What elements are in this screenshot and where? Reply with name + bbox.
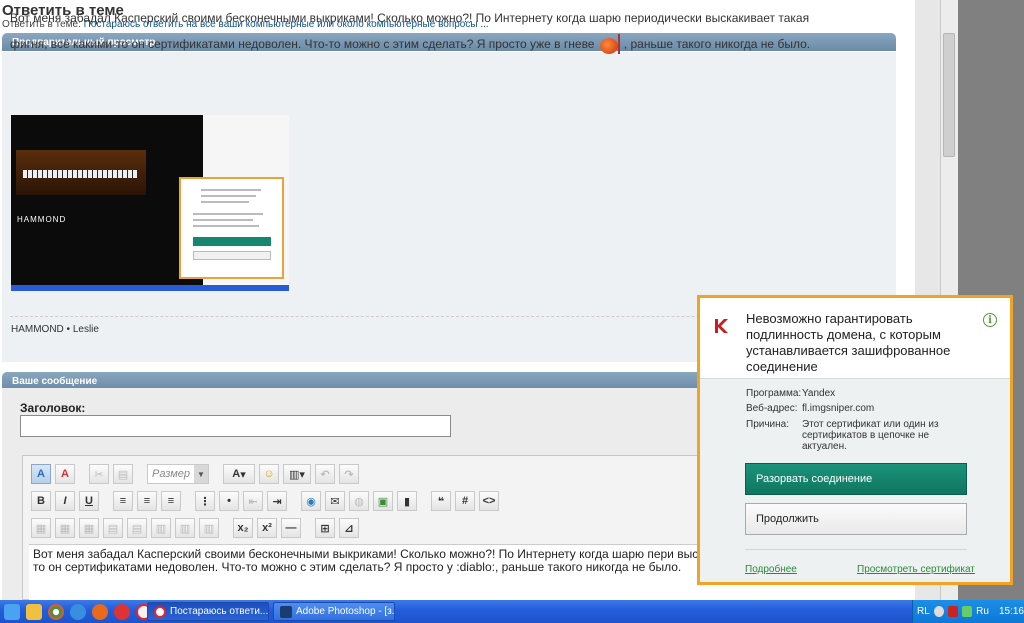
kaspersky-tray-icon[interactable] [947, 606, 959, 617]
system-tray: RL Ru 15:16 [912, 600, 1024, 623]
image-icon[interactable]: ▣ [373, 491, 393, 511]
info-icon[interactable]: i [983, 313, 997, 327]
opera-icon[interactable] [114, 603, 130, 620]
remove-format-button[interactable]: A [55, 464, 75, 484]
horizontal-rule-icon[interactable]: ― [281, 518, 301, 538]
italic-button[interactable]: I [55, 491, 75, 511]
bold-button[interactable]: B [31, 491, 51, 511]
insert-col-icon[interactable]: ▥ [151, 518, 171, 538]
embedded-mini-dialog [179, 177, 284, 279]
redo-icon[interactable]: ↷ [339, 464, 359, 484]
code-button[interactable]: # [455, 491, 475, 511]
diablo-smiley-icon [598, 33, 624, 56]
toolbar-row-2: B I U ≡ ≡ ≡ ⋮ • ⇤ ⇥ ◉ ✉ ◍ ▣ ▮ ❝ # <> [31, 491, 499, 511]
more-info-link[interactable]: Подробнее [745, 564, 797, 575]
indent-icon[interactable]: ⇥ [267, 491, 287, 511]
table-props-icon[interactable]: ▦ [55, 518, 75, 538]
expand-icon[interactable]: ⊞ [315, 518, 335, 538]
insert-row-icon[interactable]: ▤ [103, 518, 123, 538]
language-indicator[interactable]: RL [917, 606, 930, 617]
cell-props-icon[interactable]: ▦ [79, 518, 99, 538]
desktop-icon[interactable] [4, 603, 20, 620]
delete-row-icon[interactable]: ▤ [127, 518, 147, 538]
link-icon[interactable]: ◉ [301, 491, 321, 511]
embedded-screenshot-image[interactable]: HAMMOND [11, 115, 289, 291]
photoshop-icon [280, 605, 292, 618]
kaspersky-divider [745, 549, 967, 550]
preview-line-2: фигня, всё какими-то он сертификатами не… [10, 37, 595, 51]
reason-row: Причина: Этот сертификат или один из сер… [746, 419, 939, 452]
windows-taskbar: Постараюсь ответи... Adobe Photoshop - [… [0, 600, 1024, 623]
delete-col-icon[interactable]: ▥ [175, 518, 195, 538]
undo-icon[interactable]: ↶ [315, 464, 335, 484]
unlink-icon[interactable]: ◍ [349, 491, 369, 511]
kaspersky-heading: Невозможно гарантировать подлинность дом… [746, 311, 951, 374]
align-center-icon[interactable]: ≡ [137, 491, 157, 511]
font-color-button[interactable]: A [31, 464, 51, 484]
video-icon[interactable]: ▮ [397, 491, 417, 511]
cut-icon[interactable]: ✂ [89, 464, 109, 484]
preview-line-2-end: , раньше такого никогда не было. [623, 37, 811, 51]
table-icon[interactable]: ▦ [31, 518, 51, 538]
html-button[interactable]: <> [479, 491, 499, 511]
preview-text: Вот меня забадал Касперский своими беско… [10, 5, 880, 57]
font-button[interactable]: A ▾ [223, 464, 255, 484]
numbered-list-icon[interactable]: ⋮ [195, 491, 215, 511]
firefox-icon[interactable] [92, 603, 108, 620]
tray-arrow-icon[interactable] [933, 606, 944, 617]
paste-icon[interactable]: ▤ [113, 464, 133, 484]
continue-button[interactable]: Продолжить [745, 503, 967, 535]
title-input[interactable] [20, 415, 451, 437]
email-icon[interactable]: ✉ [325, 491, 345, 511]
title-label: Заголовок: [20, 401, 86, 415]
superscript-button[interactable]: x² [257, 518, 277, 538]
kaspersky-alert-dialog: Невозможно гарантировать подлинность дом… [697, 295, 1013, 585]
chrome-icon[interactable] [48, 603, 64, 620]
yandex-icon [154, 605, 166, 618]
preview-line-1: Вот меня забадал Касперский своими беско… [10, 11, 810, 25]
network-icon[interactable] [962, 606, 973, 617]
subscript-button[interactable]: x₂ [233, 518, 253, 538]
outdent-icon[interactable]: ⇤ [243, 491, 263, 511]
program-row: Программа: Yandex [746, 388, 836, 399]
bullet-list-icon[interactable]: • [219, 491, 239, 511]
chevron-down-icon: ▼ [194, 465, 208, 483]
task-photoshop[interactable]: Adobe Photoshop - [з... [273, 602, 395, 621]
resize-icon[interactable]: ⊿ [339, 518, 359, 538]
folder-icon[interactable] [26, 603, 42, 620]
view-certificate-link[interactable]: Просмотреть сертификат [857, 564, 975, 575]
signature: HAMMOND • Leslie [11, 324, 99, 335]
address-row: Веб-адрес: fl.imgsniper.com [746, 403, 875, 414]
toolbar-row-3: ▦ ▦ ▦ ▤ ▤ ▥ ▥ ▥ x₂ x² ― ⊞ ⊿ [31, 518, 359, 538]
kaspersky-header: Невозможно гарантировать подлинность дом… [700, 298, 1010, 378]
kaspersky-logo-icon [715, 319, 728, 333]
underline-button[interactable]: U [79, 491, 99, 511]
merge-icon[interactable]: ▥ [199, 518, 219, 538]
align-right-icon[interactable]: ≡ [161, 491, 181, 511]
align-left-icon[interactable]: ≡ [113, 491, 133, 511]
clipboard-icon[interactable]: ▥▾ [283, 464, 311, 484]
quick-launch [0, 600, 152, 623]
disconnect-button[interactable]: Разорвать соединение [745, 463, 967, 495]
smiley-icon[interactable]: ☺ [259, 464, 279, 484]
scrollbar-thumb[interactable] [943, 33, 955, 157]
quote-icon[interactable]: ❝ [431, 491, 451, 511]
ie-icon[interactable] [70, 603, 86, 620]
clock: 15:16 [998, 606, 1024, 617]
task-yandex[interactable]: Постараюсь ответи... [147, 602, 269, 621]
keyboard-layout[interactable]: Ru [976, 606, 989, 617]
toolbar-row-1: A A ✂ ▤ Размер ▼ A ▾ ☺ ▥▾ ↶ ↷ [31, 464, 359, 484]
font-size-select[interactable]: Размер ▼ [147, 464, 209, 484]
embedded-brand-text: HAMMOND [17, 215, 67, 224]
